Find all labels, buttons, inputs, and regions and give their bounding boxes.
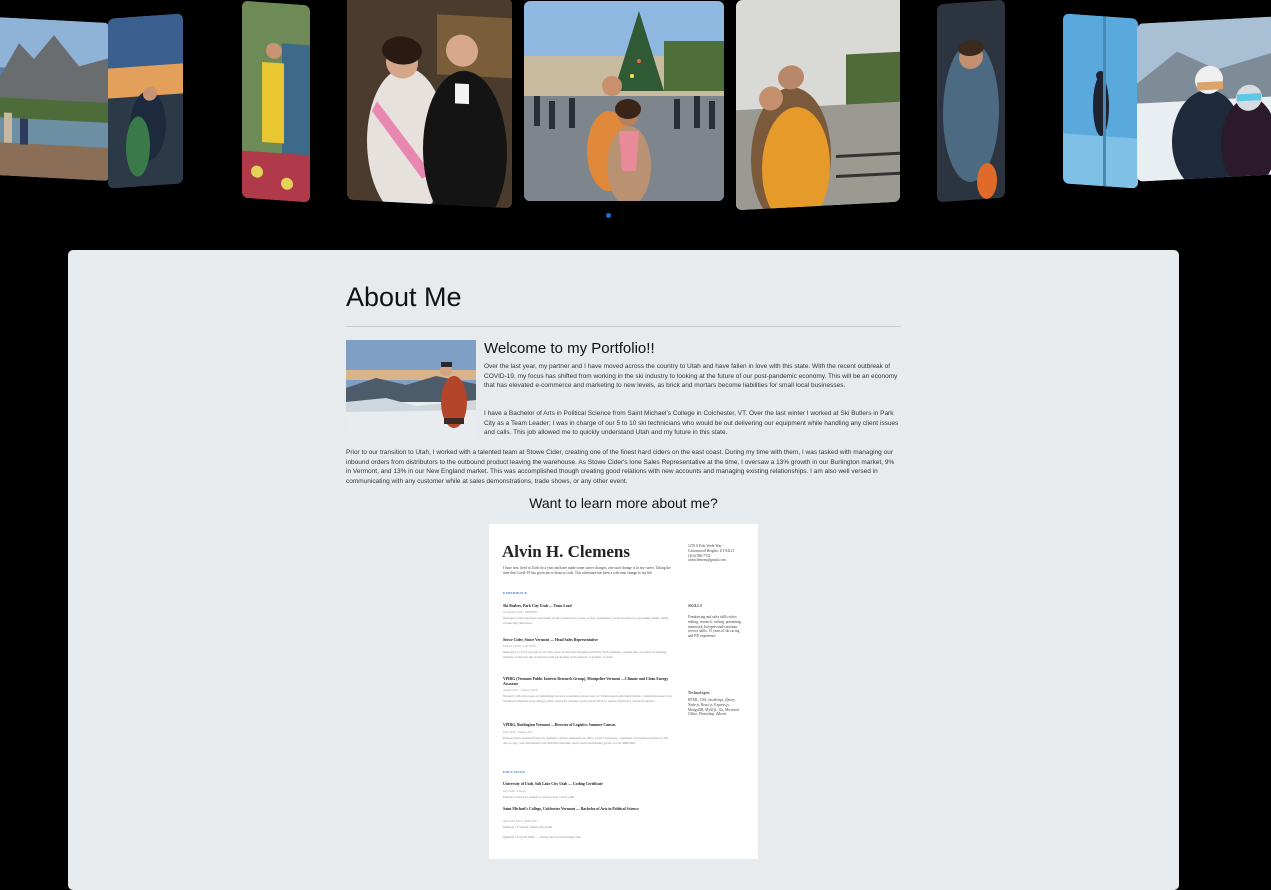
resume-job-desc: Worked with advocates on informing the s… xyxy=(503,694,672,703)
resume-job-date: February 2018 - June 2019 xyxy=(503,644,536,648)
resume-experience-heading: EXPERIENCE xyxy=(503,591,528,595)
about-panel: About Me Welcome to my Portfolio!! Over … xyxy=(68,250,1179,890)
carousel-photo-campfire[interactable] xyxy=(937,0,1005,203)
resume-job-desc: Planned and organized trips for summer c… xyxy=(503,736,669,745)
resume-job-title: Ski Butlers, Park City Utah — Team Lead xyxy=(503,604,572,608)
resume-education-date: AUGUST 2013 - MAY 2017 xyxy=(503,819,538,823)
resume-intro: I have now lived in Utah for a year and … xyxy=(503,566,671,575)
about-paragraph-2: I have a Bachelor of Arts in Political S… xyxy=(484,410,899,437)
resume-tech: HTML, CSS, JavaScript, jQuery, Node.js, … xyxy=(688,698,740,717)
resume-job-title: VPIRG (Vermont Public Interest Research … xyxy=(503,677,669,686)
welcome-heading: Welcome to my Portfolio!! xyxy=(484,340,655,357)
resume-skills-heading: SKILLS xyxy=(688,604,703,608)
about-paragraph-1: Over the last year, my partner and I hav… xyxy=(484,363,898,390)
resume-tech-heading: Technologies xyxy=(688,691,711,695)
resume-education-desc: Member of Varsity Alpine Ski Team xyxy=(503,825,553,829)
resume-job-desc: Managed client relations and teams of sk… xyxy=(503,616,669,625)
carousel-photo-market[interactable] xyxy=(242,0,310,203)
title-divider xyxy=(346,326,901,327)
carousel-photo-sunset-couple[interactable] xyxy=(108,13,183,189)
resume-job-date: November 2019 - PRESENT xyxy=(503,610,538,614)
resume-image[interactable]: Alvin H. Clemens I have now lived in Uta… xyxy=(489,524,758,859)
resume-education-date: July 2020 - Present xyxy=(503,789,527,793)
profile-ski-photo xyxy=(346,340,476,438)
resume-education-heading: EDUCATION xyxy=(503,770,526,774)
resume-skills: Fundraising and sales skills,video editi… xyxy=(688,615,742,639)
resume-education-title: Saint Michael's College, Colchester Verm… xyxy=(503,807,639,811)
carousel-photo-snowy-night[interactable] xyxy=(1063,13,1138,189)
learn-more-heading: Want to learn more about me? xyxy=(529,495,718,511)
photo-carousel[interactable] xyxy=(0,0,1271,230)
resume-education-desc: Member of Nordi SMC — skiing and snowboa… xyxy=(503,835,581,839)
carousel-photo-formal-couple[interactable] xyxy=(347,0,512,209)
resume-job-date: August 2017 - January 2018 xyxy=(503,688,537,692)
page-title: About Me xyxy=(346,282,462,312)
carousel-indicator-dot[interactable] xyxy=(606,213,611,218)
carousel-photo-ski-couple[interactable] xyxy=(1137,16,1271,182)
resume-name: Alvin H. Clemens xyxy=(502,542,630,561)
carousel-photo-river-overlook[interactable] xyxy=(736,0,900,211)
resume-job-title: Stowe Cider, Stowe Vermont — Head Sales … xyxy=(503,638,598,642)
resume-job-desc: Managed a 13.5% growth in all cider sale… xyxy=(503,650,667,659)
about-paragraph-3: Prior to our transition to Utah, I worke… xyxy=(346,449,895,485)
resume-education-desc: During Covid-19 I seeked to learn a new … xyxy=(503,795,575,799)
resume-job-date: May 2016 - August 2017 xyxy=(503,730,533,734)
carousel-photo-christmas-tree[interactable] xyxy=(524,1,724,201)
resume-contact: 1276 S Palo Verde Way Cottonwood Heights… xyxy=(688,544,735,563)
resume-job-title: VPIRG, Burlington Vermont —Director of L… xyxy=(503,723,616,727)
resume-education-title: University of Utah, Salt Lake City Utah … xyxy=(503,782,603,786)
carousel-photo-mountain-lake[interactable] xyxy=(0,16,110,182)
